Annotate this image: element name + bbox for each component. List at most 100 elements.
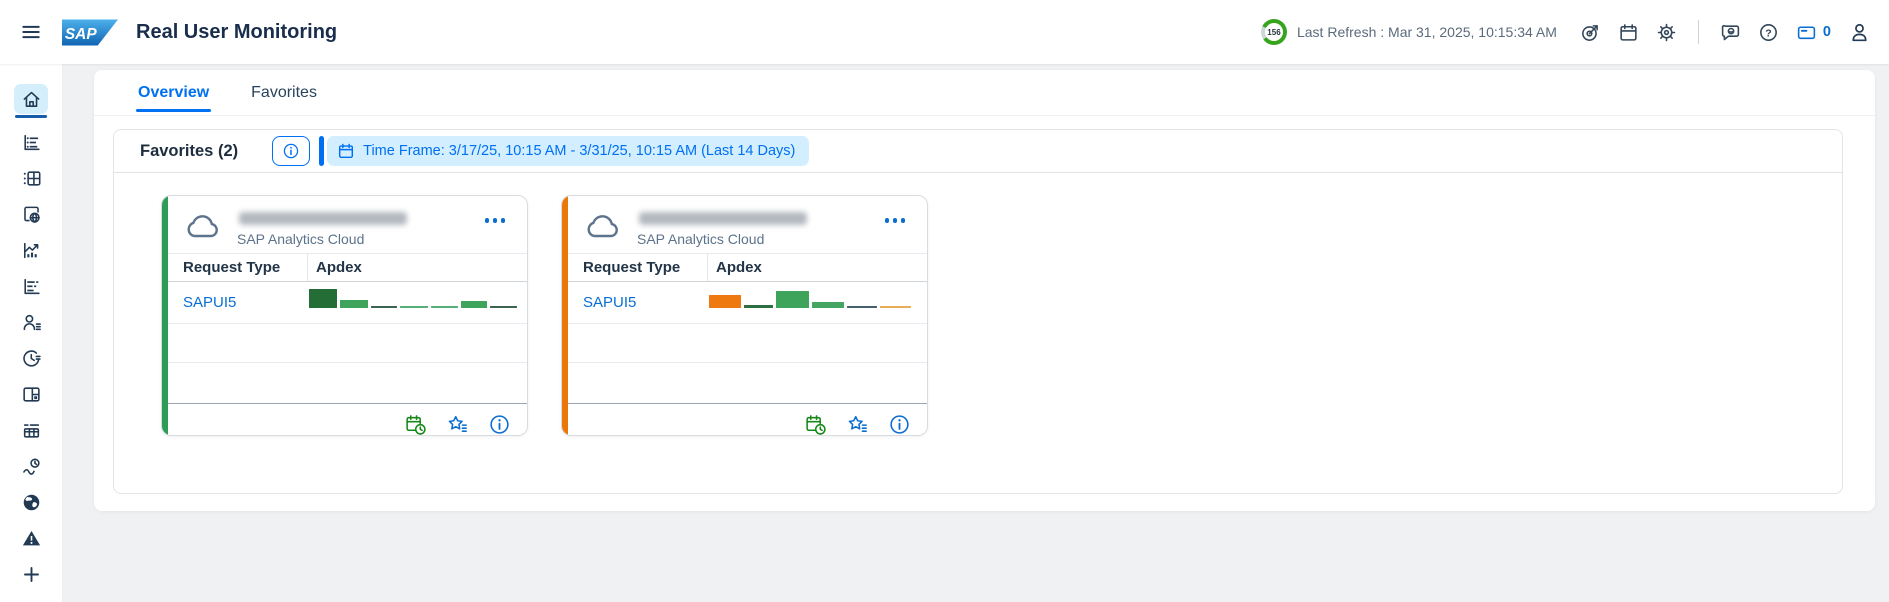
help-glyph: ? <box>1765 27 1771 39</box>
favorites-header: Favorites (2) Time Frame: 3/17/25, 10:15… <box>114 130 1842 173</box>
apdex-bar <box>709 295 741 308</box>
header-divider <box>1698 20 1699 44</box>
tab-strip: Overview Favorites <box>94 70 1875 116</box>
time-frame-pill[interactable]: Time Frame: 3/17/25, 10:15 AM - 3/31/25,… <box>327 136 809 166</box>
column-request-type: Request Type <box>562 259 707 276</box>
favorites-info-button[interactable] <box>272 136 310 166</box>
card-overflow-menu[interactable] <box>477 209 514 232</box>
sidebar-item-response-wave[interactable] <box>14 451 48 481</box>
cloud-icon <box>583 212 623 242</box>
cloud-icon <box>183 212 223 242</box>
sidebar-item-time-distribution[interactable] <box>14 343 48 373</box>
tab-overview[interactable]: Overview <box>138 70 209 115</box>
settings-gear-icon[interactable] <box>1656 22 1677 43</box>
table-empty-row <box>562 324 927 363</box>
card-footer <box>562 403 927 436</box>
sidebar-item-dashboard-layout[interactable] <box>14 379 48 409</box>
apdex-bar <box>776 291 809 308</box>
card-overflow-menu[interactable] <box>877 209 914 232</box>
card-subtitle: SAP Analytics Cloud <box>637 231 807 247</box>
apdex-bar <box>371 306 397 308</box>
tab-favorites[interactable]: Favorites <box>251 70 317 115</box>
web-globe-icon <box>21 204 42 225</box>
sidebar-item-alerts[interactable] <box>14 523 48 553</box>
help-icon[interactable]: ? <box>1758 22 1779 43</box>
shell-bar: SAP Real User Monitoring 156 Last Refres… <box>0 0 1889 64</box>
apdex-bar <box>431 306 458 308</box>
data-table-icon <box>21 420 42 441</box>
sidebar-item-web-globe[interactable] <box>14 199 48 229</box>
apdex-bar <box>490 306 517 308</box>
feedback-chat-icon[interactable] <box>1720 22 1741 43</box>
home-icon <box>21 89 42 110</box>
apdex-bar <box>461 301 487 308</box>
favorites-section: Favorites (2) Time Frame: 3/17/25, 10:15… <box>113 129 1843 494</box>
notifications-button[interactable]: 0 <box>1796 22 1831 43</box>
sap-logo: SAP <box>62 19 118 46</box>
notifications-banner-icon <box>1796 22 1817 43</box>
refresh-countdown-ring[interactable]: 156 <box>1261 19 1287 45</box>
response-wave-icon <box>21 456 42 477</box>
sidebar-item-user-details[interactable] <box>14 307 48 337</box>
profile-icon[interactable] <box>1848 21 1871 44</box>
sidebar-item-statistics-list[interactable] <box>14 271 48 301</box>
appointment-icon[interactable] <box>804 413 827 436</box>
apdex-bar <box>744 305 773 308</box>
menu-icon[interactable] <box>16 17 46 47</box>
column-request-type: Request Type <box>162 259 307 276</box>
favorite-card: SAP Analytics Cloud Request Type Apdex S… <box>161 195 528 436</box>
card-table-header: Request Type Apdex <box>562 253 927 282</box>
dashboard-layout-icon <box>21 384 42 405</box>
notifications-count: 0 <box>1823 24 1831 40</box>
user-details-icon <box>21 312 42 333</box>
apdex-bar <box>400 306 428 308</box>
table-row: SAPUI5 <box>162 282 527 324</box>
trend-analysis-icon <box>21 240 42 261</box>
table-empty-row <box>562 363 927 403</box>
target-settings-icon[interactable] <box>1580 22 1601 43</box>
request-type-link[interactable]: SAPUI5 <box>162 294 307 311</box>
info-icon[interactable] <box>888 413 911 436</box>
card-subtitle: SAP Analytics Cloud <box>237 231 407 247</box>
alert-triangle-icon <box>21 528 42 549</box>
sidebar-item-add[interactable] <box>14 559 48 589</box>
appointment-icon[interactable] <box>404 413 427 436</box>
card-status-accent <box>562 196 568 435</box>
sidebar-item-grid-table[interactable] <box>14 163 48 193</box>
sidebar-rail <box>0 64 63 602</box>
time-distribution-icon <box>21 348 42 369</box>
rated-star-icon[interactable] <box>446 413 469 436</box>
card-header: SAP Analytics Cloud <box>162 196 527 253</box>
apdex-bar <box>880 306 911 308</box>
sidebar-item-home[interactable] <box>14 84 48 114</box>
column-apdex: Apdex <box>307 254 527 281</box>
favorites-cards-row: SAP Analytics Cloud Request Type Apdex S… <box>114 173 1842 436</box>
card-title-redacted <box>239 212 407 225</box>
card-footer <box>162 403 527 436</box>
sidebar-item-world-map[interactable] <box>14 487 48 517</box>
apdex-bar <box>812 302 844 308</box>
sidebar-item-data-table[interactable] <box>14 415 48 445</box>
sap-logo-text: SAP <box>65 25 97 42</box>
apdex-bar <box>309 289 337 308</box>
card-header: SAP Analytics Cloud <box>562 196 927 253</box>
favorites-title: Favorites (2) <box>140 142 238 161</box>
sidebar-item-trend-analysis[interactable] <box>14 235 48 265</box>
request-type-link[interactable]: SAPUI5 <box>562 294 707 311</box>
statistics-list-icon <box>21 276 42 297</box>
rated-star-icon[interactable] <box>846 413 869 436</box>
card-title-redacted <box>639 212 807 225</box>
favorite-card: SAP Analytics Cloud Request Type Apdex S… <box>561 195 928 436</box>
content-panel: Overview Favorites Favorites (2) <box>94 70 1875 511</box>
apdex-bar <box>847 306 877 308</box>
table-empty-row <box>162 324 527 363</box>
world-map-icon <box>21 492 42 513</box>
sidebar-item-chart-list[interactable] <box>14 127 48 157</box>
calendar-icon[interactable] <box>1618 22 1639 43</box>
info-icon[interactable] <box>488 413 511 436</box>
time-frame-label: Time Frame: 3/17/25, 10:15 AM - 3/31/25,… <box>363 143 795 159</box>
table-row: SAPUI5 <box>562 282 927 324</box>
apdex-mini-chart <box>707 291 927 315</box>
time-frame-control[interactable]: Time Frame: 3/17/25, 10:15 AM - 3/31/25,… <box>319 136 809 166</box>
card-table-header: Request Type Apdex <box>162 253 527 282</box>
